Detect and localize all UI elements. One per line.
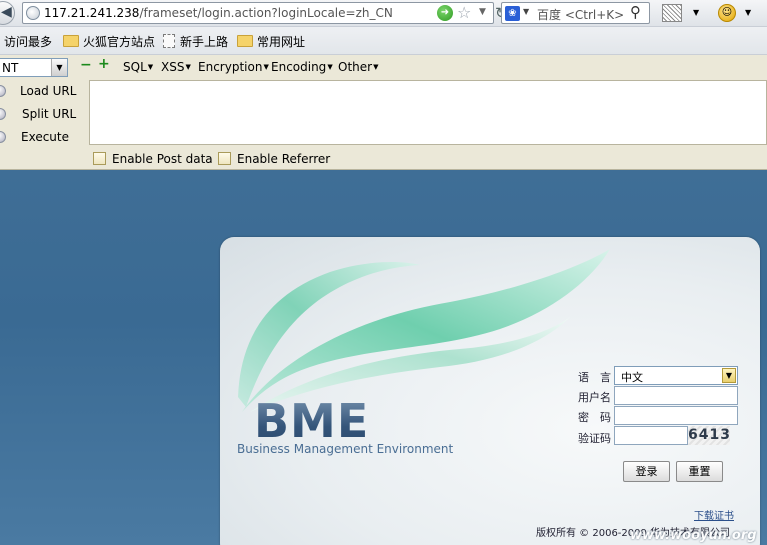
- navigation-toolbar: ◀ 117.21.241.238/frameset/login.action?l…: [0, 0, 767, 27]
- captcha-field[interactable]: [614, 426, 688, 445]
- checkbox-label: Enable Referrer: [237, 152, 331, 166]
- bookmark-label: 火狐官方站点: [83, 35, 156, 49]
- username-label: 用户名: [578, 391, 611, 404]
- login-button[interactable]: 登录: [623, 461, 670, 482]
- screenshot-dropdown-icon[interactable]: ▼: [693, 8, 699, 17]
- search-magnifier-icon[interactable]: ⚲: [630, 3, 641, 21]
- page-icon: [163, 34, 175, 48]
- language-label: 语 言: [578, 371, 611, 384]
- bookmark-star-icon[interactable]: ☆: [457, 3, 471, 22]
- load-url-button[interactable]: Load URL: [0, 81, 86, 103]
- bookmark-most-visited[interactable]: 访问最多: [0, 33, 52, 50]
- hackbar-actions: Load URL Split URL Execute: [0, 81, 86, 147]
- execute-label: Execute: [21, 130, 69, 144]
- url-bar[interactable]: 117.21.241.238/frameset/login.action?log…: [22, 2, 508, 24]
- go-arrow-icon[interactable]: ➜: [437, 5, 453, 21]
- hackbar-select-value: NT: [2, 61, 19, 75]
- menu-label: Encryption: [198, 60, 263, 74]
- folder-icon: [63, 35, 79, 47]
- enable-referrer-checkbox[interactable]: Enable Referrer: [218, 152, 330, 166]
- site-identity-icon[interactable]: [26, 6, 40, 20]
- language-select[interactable]: 中文 ▼: [614, 366, 738, 385]
- checkbox-icon[interactable]: [218, 152, 231, 165]
- chevron-down-icon[interactable]: ▼: [722, 368, 736, 383]
- page-content: BME Business Management Environment 语 言 …: [0, 170, 767, 545]
- menu-label: SQL: [123, 60, 147, 74]
- split-url-button[interactable]: Split URL: [0, 104, 86, 126]
- login-panel: BME Business Management Environment 语 言 …: [220, 237, 760, 545]
- bookmark-label: 常用网址: [257, 35, 306, 49]
- menu-encryption[interactable]: Encryption▼: [198, 60, 269, 74]
- chevron-down-icon[interactable]: ▼: [51, 59, 67, 76]
- menu-label: XSS: [161, 60, 185, 74]
- menu-other[interactable]: Other▼: [338, 60, 378, 74]
- password-label: 密 码: [578, 411, 611, 424]
- load-url-icon: [0, 85, 6, 97]
- addon-dropdown-icon[interactable]: ▼: [745, 8, 751, 17]
- hackbar-panel: NT ▼ − + SQL▼ XSS▼ Encryption▼ Encoding▼…: [0, 55, 767, 170]
- hackbar-url-textarea[interactable]: [89, 80, 767, 145]
- hackbar-mode-select[interactable]: NT ▼: [0, 58, 68, 77]
- reset-button[interactable]: 重置: [676, 461, 723, 482]
- screenshot-tool-icon[interactable]: [662, 4, 682, 22]
- language-value: 中文: [621, 371, 643, 384]
- url-text[interactable]: 117.21.241.238/frameset/login.action?log…: [44, 6, 393, 20]
- split-url-label: Split URL: [22, 107, 77, 121]
- bookmarks-toolbar: 访问最多 火狐官方站点 新手上路 常用网址: [0, 27, 767, 55]
- back-arrow-icon: ◀: [1, 4, 12, 20]
- menu-label: Encoding: [271, 60, 327, 74]
- checkbox-label: Enable Post data: [112, 152, 213, 166]
- search-placeholder: <Ctrl+K>: [564, 8, 625, 22]
- bookmark-common-sites[interactable]: 常用网址: [237, 33, 305, 50]
- url-host: 117.21.241.238: [44, 6, 140, 20]
- captcha-image[interactable]: 6413: [688, 426, 730, 445]
- bme-subtitle: Business Management Environment: [237, 442, 454, 456]
- menu-encoding[interactable]: Encoding▼: [271, 60, 333, 74]
- checkbox-icon[interactable]: [93, 152, 106, 165]
- bme-logo-text: BME: [254, 394, 370, 448]
- search-bar[interactable]: ❀ ▼ 百度 <Ctrl+K> ⚲: [501, 2, 650, 24]
- back-button[interactable]: ◀: [0, 1, 15, 25]
- download-certificate-link[interactable]: 下载证书: [694, 507, 734, 522]
- load-url-label: Load URL: [20, 84, 77, 98]
- menu-label: Other: [338, 60, 373, 74]
- increase-icon[interactable]: +: [98, 57, 110, 71]
- watermark-text: www.wooyun.org: [630, 528, 757, 543]
- folder-icon: [237, 35, 253, 47]
- menu-xss[interactable]: XSS▼: [161, 60, 191, 74]
- decrease-icon[interactable]: −: [80, 58, 92, 72]
- search-engine-name: 百度: [537, 8, 562, 22]
- search-input[interactable]: 百度 <Ctrl+K>: [537, 6, 624, 23]
- captcha-label: 验证码: [578, 432, 611, 445]
- url-path: /frameset/login.action?loginLocale=zh_CN: [139, 6, 393, 20]
- menu-sql[interactable]: SQL▼: [123, 60, 153, 74]
- smiley-addon-icon[interactable]: ☺: [718, 4, 736, 22]
- baidu-paw-icon[interactable]: ❀: [505, 6, 520, 21]
- execute-button[interactable]: Execute: [0, 127, 86, 149]
- search-engine-dropdown-icon[interactable]: ▼: [523, 7, 529, 16]
- history-dropdown-icon[interactable]: ▼: [479, 7, 486, 17]
- password-field[interactable]: [614, 406, 738, 425]
- bookmark-label: 新手上路: [180, 35, 229, 49]
- execute-icon: [0, 131, 6, 143]
- split-url-icon: [0, 108, 6, 120]
- bookmark-label: 访问最多: [4, 35, 53, 49]
- username-field[interactable]: [614, 386, 738, 405]
- bookmark-getting-started[interactable]: 新手上路: [163, 33, 228, 50]
- bookmark-firefox-site[interactable]: 火狐官方站点: [63, 33, 155, 50]
- enable-post-data-checkbox[interactable]: Enable Post data: [93, 152, 213, 166]
